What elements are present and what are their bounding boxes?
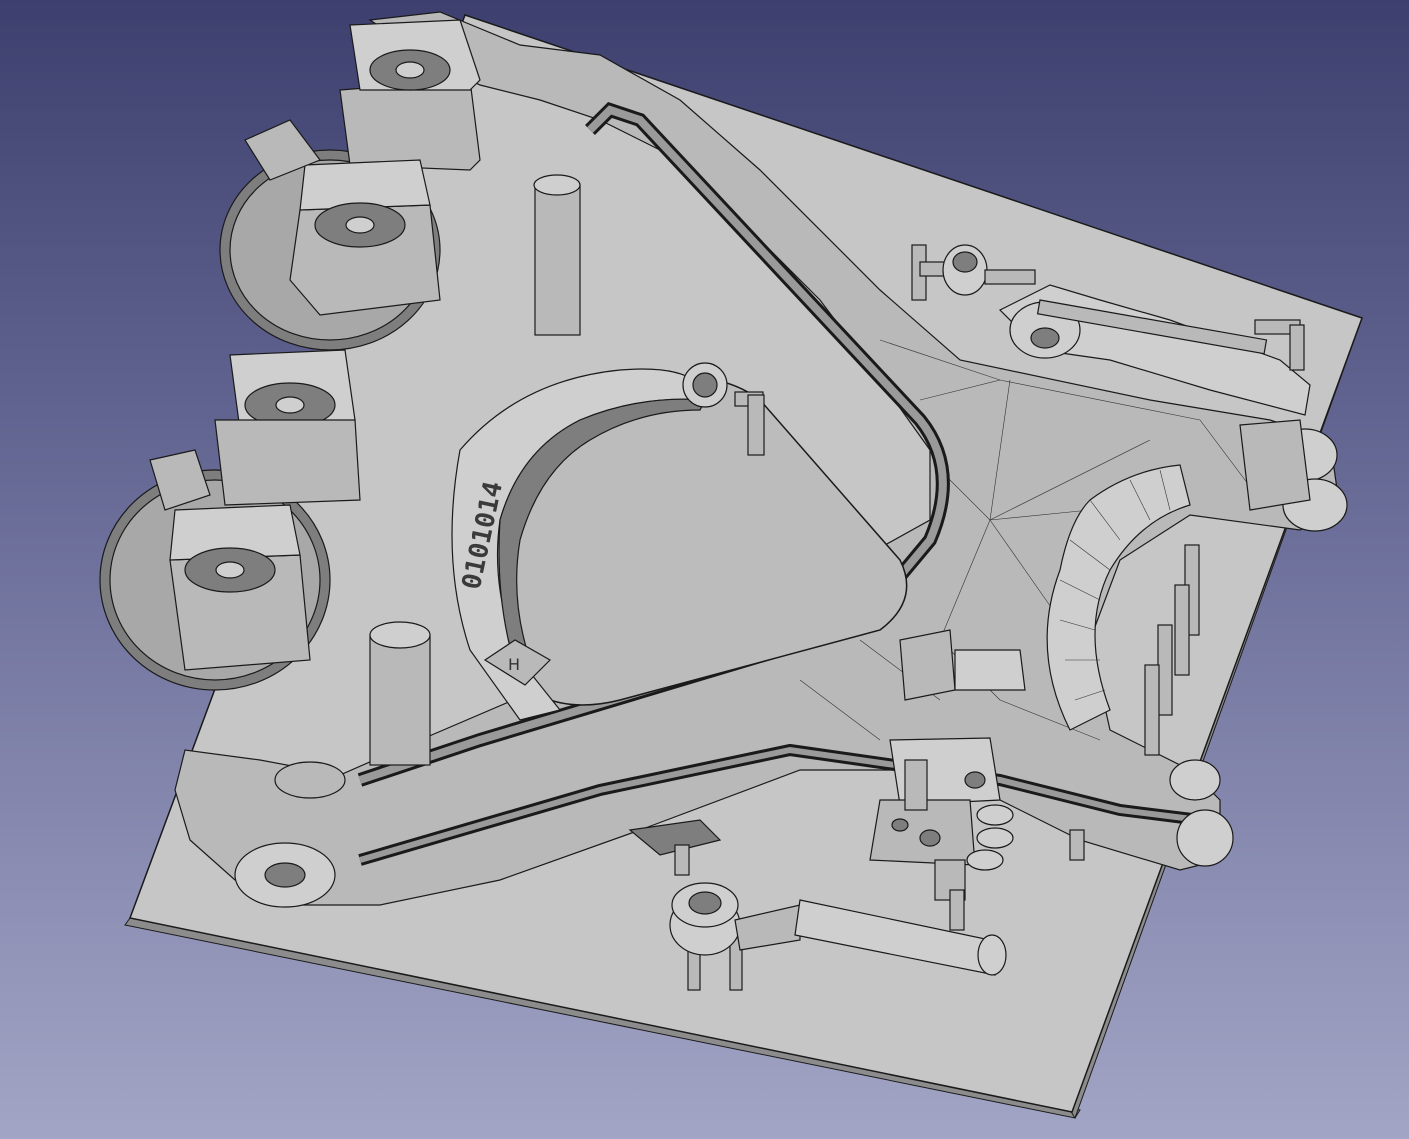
bottom-left-small-pulley[interactable] (274, 761, 346, 799)
model-scene[interactable]: 0101014 H (0, 0, 1409, 1139)
hex-logo-letter: H (508, 655, 520, 674)
arc-end-knob-core (692, 372, 718, 398)
3d-viewport[interactable]: 0101014 H (0, 0, 1409, 1139)
pin-lower-left[interactable] (369, 621, 431, 766)
pin-upper[interactable] (533, 174, 581, 336)
small-wedge-pin (674, 844, 690, 876)
arc-end-pin[interactable] (747, 394, 765, 456)
bottom-left-pulley-hub (264, 862, 306, 888)
right-small-pin (1069, 829, 1085, 861)
